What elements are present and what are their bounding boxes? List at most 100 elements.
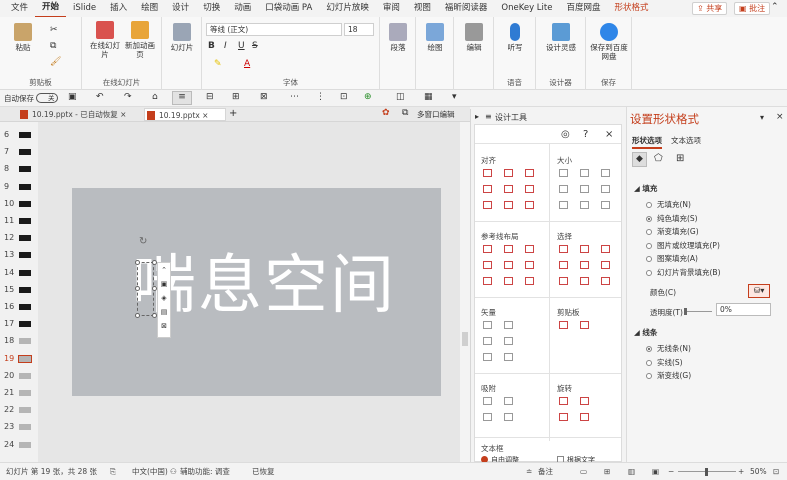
slide-thumbnail[interactable]: 22 — [0, 403, 38, 417]
style-icon[interactable]: ◈ — [158, 291, 170, 305]
doc-tab-recovered[interactable]: 10.19.pptx - 已自动恢复 × — [18, 108, 138, 121]
slide-thumbnail[interactable]: 11 — [0, 214, 38, 228]
design-tool-icon[interactable] — [483, 185, 492, 193]
undo-icon[interactable]: ↶ — [96, 92, 104, 102]
redo-icon[interactable]: ↷ — [124, 92, 132, 102]
slideshow-icon[interactable]: ▣ — [652, 463, 659, 480]
design-tool-icon[interactable] — [483, 321, 492, 329]
copy-icon[interactable]: ⧉ — [50, 41, 56, 51]
design-tool-icon[interactable] — [580, 169, 589, 177]
slide-thumbnail[interactable]: 8 — [0, 162, 38, 176]
tab-9[interactable]: 幻灯片放映 — [319, 0, 376, 17]
design-tool-icon[interactable] — [504, 261, 513, 269]
spellcheck-icon[interactable]: ⎘ — [110, 463, 116, 480]
line-section-header[interactable]: ◢ 线条 — [634, 327, 657, 338]
design-tool-icon[interactable] — [504, 337, 513, 345]
transparency-slider[interactable] — [684, 311, 712, 312]
table-icon[interactable]: ▦ — [424, 92, 433, 102]
tab-8[interactable]: 口袋动画 PA — [258, 0, 319, 17]
design-tool-icon[interactable] — [483, 413, 492, 421]
add-tab-icon[interactable]: + — [229, 108, 237, 119]
close-panel-icon[interactable]: × — [605, 129, 613, 140]
design-tool-icon[interactable] — [483, 353, 492, 361]
design-tool-icon[interactable] — [504, 413, 513, 421]
tab-1[interactable]: 开始 — [35, 0, 67, 18]
sorter-view-icon[interactable]: ⊞ — [604, 463, 610, 480]
presenter-icon[interactable]: ⌂ — [152, 92, 158, 102]
multi-window-edit[interactable]: 多窗口编辑 — [417, 109, 455, 120]
pane-options-icon[interactable]: ▾ — [760, 113, 764, 122]
slide-thumbnail[interactable]: 13 — [0, 248, 38, 262]
design-tool-icon[interactable] — [559, 413, 568, 421]
slide-thumbnail[interactable]: 21 — [0, 386, 38, 400]
line-option[interactable]: 无线条(N) — [646, 343, 691, 354]
effects-icon[interactable]: ⬠ — [654, 153, 663, 164]
fill-color-picker[interactable]: ⛁▾ — [748, 284, 770, 298]
bold-icon[interactable]: B — [208, 41, 215, 51]
fill-option[interactable]: 渐变填充(G) — [646, 226, 699, 237]
paste-button[interactable]: 粘贴 — [8, 23, 38, 52]
design-tool-icon[interactable] — [559, 277, 568, 285]
menu-icon[interactable]: ≡ — [485, 112, 492, 121]
scroll-thumb[interactable] — [462, 332, 468, 346]
crop-icon[interactable]: ▤ — [158, 305, 170, 319]
design-tool-icon[interactable] — [504, 185, 513, 193]
design-tool-icon[interactable] — [559, 245, 568, 253]
distribute-icon[interactable]: ⊠ — [260, 92, 268, 102]
design-tool-icon[interactable] — [580, 261, 589, 269]
font-name-select[interactable]: 等线 (正文) — [206, 23, 342, 36]
design-tool-icon[interactable] — [483, 337, 492, 345]
design-tool-icon[interactable] — [601, 261, 610, 269]
design-tool-icon[interactable] — [580, 413, 589, 421]
tab-2[interactable]: iSlide — [66, 0, 103, 17]
tab-shape-options[interactable]: 形状选项 — [632, 135, 662, 149]
distribute-horizontal-icon[interactable]: ⋯ — [290, 92, 299, 102]
close-icon[interactable]: × — [202, 111, 208, 120]
distribute-vertical-icon[interactable]: ⋮ — [316, 92, 325, 102]
tab-11[interactable]: 视图 — [407, 0, 438, 17]
design-tool-icon[interactable] — [580, 185, 589, 193]
theme-icon[interactable]: ✿ — [382, 108, 390, 118]
tab-14[interactable]: 百度网盘 — [559, 0, 607, 17]
resize-handle[interactable] — [135, 260, 140, 265]
design-tool-icon[interactable] — [504, 353, 513, 361]
italic-icon[interactable]: I — [224, 41, 227, 51]
resize-handle[interactable] — [135, 286, 140, 291]
fit-window-icon[interactable]: ⊡ — [773, 463, 779, 480]
tab-15[interactable]: 形状格式 — [608, 0, 656, 17]
online-slides-button[interactable]: 在线幻灯片 — [90, 21, 120, 59]
drawing-button[interactable]: 绘图 — [420, 23, 450, 52]
align-center-icon[interactable]: ≡ — [172, 91, 192, 105]
slide-thumbnail[interactable]: 17 — [0, 317, 38, 331]
line-option[interactable]: 渐变线(G) — [646, 370, 691, 381]
underline-icon[interactable]: U — [238, 41, 245, 51]
design-tool-icon[interactable] — [580, 397, 589, 405]
slide-thumbnail[interactable]: 20 — [0, 369, 38, 383]
design-ideas-button[interactable]: 设计灵感 — [544, 23, 578, 52]
comments-button[interactable]: ▣ 批注 — [734, 2, 771, 15]
slides-button[interactable]: 幻灯片 — [166, 23, 198, 52]
target-icon[interactable]: ◎ — [561, 129, 570, 140]
fill-option[interactable]: 图片或纹理填充(P) — [646, 240, 720, 251]
fill-option[interactable]: 幻灯片背景填充(B) — [646, 267, 721, 278]
normal-view-icon[interactable]: ▭ — [580, 463, 587, 480]
tab-6[interactable]: 切换 — [196, 0, 227, 17]
design-tool-icon[interactable] — [559, 185, 568, 193]
slide-thumbnail[interactable]: 9 — [0, 180, 38, 194]
font-color-icon[interactable]: A — [244, 59, 250, 69]
design-tool-icon[interactable] — [483, 261, 492, 269]
line-option[interactable]: 实线(S) — [646, 357, 683, 368]
tab-0[interactable]: 文件 — [4, 0, 35, 17]
autosave-toggle[interactable]: 关 — [36, 93, 58, 103]
design-tool-icon[interactable] — [559, 201, 568, 209]
slide-thumbnail[interactable]: 14 — [0, 266, 38, 280]
zoom-slider-thumb[interactable] — [705, 468, 708, 476]
tab-10[interactable]: 审阅 — [376, 0, 407, 17]
design-tool-icon[interactable] — [504, 245, 513, 253]
close-icon[interactable]: × — [120, 110, 126, 119]
layer-icon[interactable]: ◫ — [396, 92, 405, 102]
design-tool-icon[interactable] — [504, 169, 513, 177]
design-tool-icon[interactable] — [580, 277, 589, 285]
edit-icon[interactable]: ⊠ — [158, 319, 170, 333]
tab-13[interactable]: OneKey Lite — [494, 0, 559, 17]
